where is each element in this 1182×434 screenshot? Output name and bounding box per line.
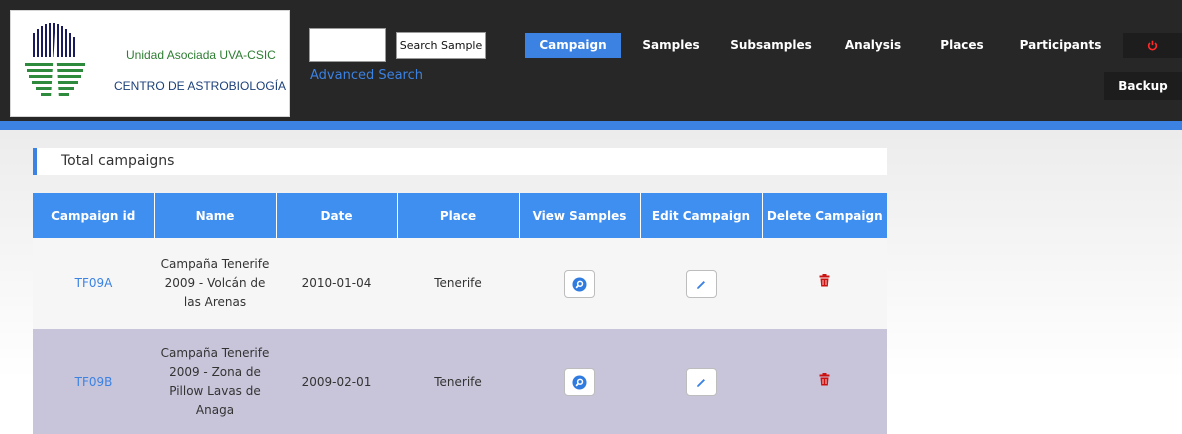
search-icon [572, 276, 587, 292]
logo-text-institution: Unidad Asociada UVA-CSIC [126, 48, 276, 62]
table-row: TF09B Campaña Tenerife 2009 - Zona de Pi… [33, 329, 887, 434]
logo-text-center: CENTRO DE ASTROBIOLOGÍA [114, 79, 287, 93]
campaigns-table: Campaign id Name Date Place View Samples… [33, 193, 887, 434]
top-header: Unidad Asociada UVA-CSIC CENTRO DE ASTRO… [0, 0, 1182, 121]
logout-button[interactable] [1123, 33, 1182, 58]
campaign-id-link[interactable]: TF09B [75, 375, 113, 389]
header-view-samples: View Samples [519, 193, 641, 238]
campaign-place: Tenerife [397, 238, 519, 329]
trash-icon [819, 372, 830, 385]
nav-places[interactable]: Places [930, 33, 994, 58]
campaign-id-link[interactable]: TF09A [75, 276, 113, 290]
nav-participants[interactable]: Participants [1008, 33, 1113, 58]
campaign-place: Tenerife [397, 329, 519, 434]
cab-logo-icon [25, 23, 85, 99]
campaign-date: 2010-01-04 [276, 238, 397, 329]
nav-subsamples[interactable]: Subsamples [722, 33, 820, 58]
pencil-icon [696, 280, 705, 289]
nav-samples[interactable]: Samples [632, 33, 710, 58]
search-input[interactable] [309, 28, 386, 62]
search-icon [572, 375, 587, 390]
nav-campaign[interactable]: Campaign [525, 33, 621, 58]
search-sample-button[interactable]: Search Sample [396, 32, 486, 59]
power-icon [1147, 40, 1158, 51]
campaign-name: Campaña Tenerife 2009 - Volcán de las Ar… [154, 238, 276, 329]
header-edit-campaign: Edit Campaign [640, 193, 763, 238]
backup-button[interactable]: Backup [1104, 72, 1182, 100]
delete-campaign-button[interactable] [819, 372, 830, 392]
delete-campaign-button[interactable] [819, 274, 830, 293]
nav-analysis[interactable]: Analysis [833, 33, 913, 58]
logo: Unidad Asociada UVA-CSIC CENTRO DE ASTRO… [10, 10, 290, 117]
header-date[interactable]: Date [276, 193, 398, 238]
header-delete-campaign: Delete Campaign [762, 193, 887, 238]
header-place[interactable]: Place [397, 193, 520, 238]
advanced-search-link[interactable]: Advanced Search [310, 68, 423, 83]
view-samples-button[interactable] [564, 269, 595, 298]
table-header-row: Campaign id Name Date Place View Samples… [33, 193, 887, 238]
campaign-date: 2009-02-01 [276, 329, 397, 434]
header-name[interactable]: Name [154, 193, 277, 238]
edit-campaign-button[interactable] [685, 368, 717, 396]
table-row: TF09A Campaña Tenerife 2009 - Volcán de … [33, 238, 887, 329]
edit-campaign-button[interactable] [685, 269, 717, 298]
header-campaign-id[interactable]: Campaign id [33, 193, 155, 238]
campaign-name: Campaña Tenerife 2009 - Zona de Pillow L… [154, 329, 276, 434]
view-samples-button[interactable] [564, 368, 595, 396]
trash-icon [819, 274, 830, 287]
section-title: Total campaigns [33, 148, 887, 175]
header-accent-bar [0, 121, 1182, 130]
pencil-icon [696, 379, 705, 388]
